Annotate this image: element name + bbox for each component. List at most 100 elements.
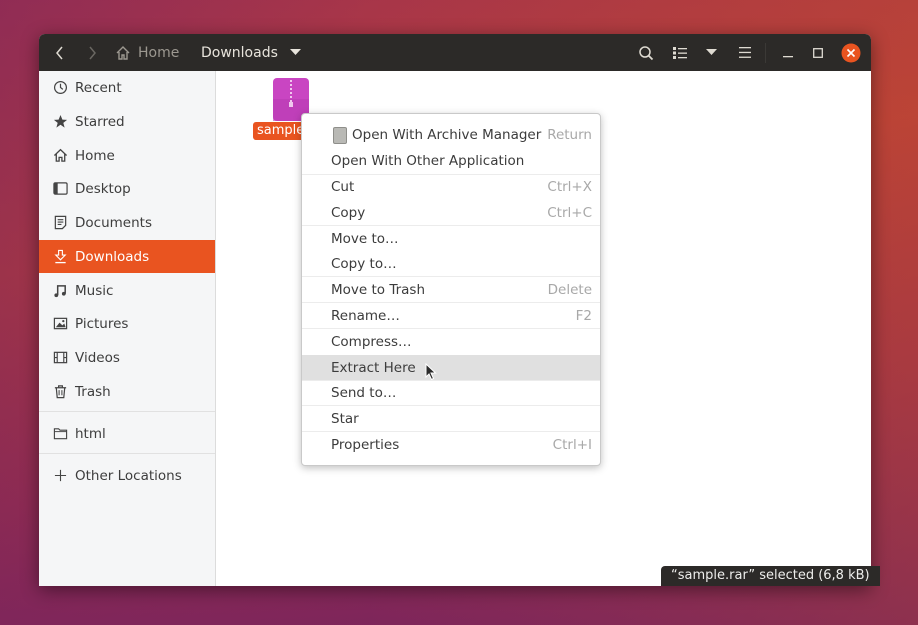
menu-item-label: Copy to… [331,255,397,272]
chevron-right-icon [89,46,96,59]
menu-item-label: Extract Here [331,359,416,376]
path-home-label: Home [138,44,180,61]
desktop-icon [52,181,68,197]
document-icon [52,215,68,231]
plus-icon [52,468,68,484]
menu-item-accel: Ctrl+X [547,178,592,195]
sidebar-item-label: Desktop [75,180,131,197]
menu-item-move-to-trash[interactable]: Move to Trash Delete [302,277,600,302]
menu-item-send-to[interactable]: Send to… [302,380,600,405]
path-downloads-label: Downloads [201,44,278,61]
menu-item-label: Copy [331,204,366,221]
header-separator [765,43,766,63]
menu-item-open-with-other-application[interactable]: Open With Other Application [302,148,600,173]
forward-button[interactable] [81,34,103,71]
sidebar-item-desktop[interactable]: Desktop [39,172,215,205]
sidebar: Recent Starred Home Desktop Documents Do… [39,71,216,586]
video-icon [52,350,68,366]
sidebar-item-other-locations[interactable]: Other Locations [39,459,215,492]
menu-item-copy[interactable]: Copy Ctrl+C [302,200,600,225]
menu-item-label: Star [331,410,359,427]
menu-item-label: Compress… [331,333,412,350]
sidebar-item-videos[interactable]: Videos [39,341,215,374]
sidebar-item-label: Other Locations [75,467,182,484]
sidebar-item-label: Home [75,147,115,164]
search-icon [639,45,654,60]
menu-item-label: Send to… [331,384,397,401]
view-options-icon [705,49,717,55]
sidebar-item-label: Videos [75,349,120,366]
hamburger-menu-icon [739,47,751,58]
menu-item-cut[interactable]: Cut Ctrl+X [302,174,600,199]
search-button[interactable] [635,34,657,71]
menu-item-accel: F2 [575,307,592,324]
menu-item-star[interactable]: Star [302,406,600,431]
archive-manager-icon [333,127,347,144]
menu-item-copy-to[interactable]: Copy to… [302,251,600,276]
close-icon [841,43,861,62]
music-icon [52,283,68,299]
menu-item-rename[interactable]: Rename… F2 [302,303,600,328]
menu-item-open-with-archive-manager[interactable]: Open With Archive Manager Return [302,122,600,147]
sidebar-separator [39,453,215,454]
sidebar-item-label: Documents [75,214,152,231]
sidebar-item-downloads[interactable]: Downloads [39,240,215,273]
chevron-down-icon [289,49,301,55]
menu-item-label: Properties [331,436,400,453]
view-options-button[interactable] [700,34,722,71]
sidebar-item-recent[interactable]: Recent [39,71,215,104]
sidebar-item-html[interactable]: html [39,417,215,450]
close-button[interactable] [840,34,862,71]
menu-item-accel: Ctrl+I [552,436,592,453]
context-menu: Open With Archive Manager Return Open Wi… [301,113,601,466]
sidebar-separator [39,411,215,412]
menu-item-accel: Ctrl+C [547,204,592,221]
download-icon [52,249,68,265]
menu-item-move-to[interactable]: Move to… [302,226,600,251]
maximize-button[interactable] [807,34,829,71]
mouse-cursor-icon [425,363,437,381]
chevron-left-icon [56,46,63,59]
header-bar: Home Downloads [39,34,871,71]
menu-item-label: Move to… [331,230,399,247]
sidebar-item-music[interactable]: Music [39,274,215,307]
sidebar-item-home[interactable]: Home [39,139,215,172]
folder-icon [52,426,68,442]
sidebar-item-label: Recent [75,79,122,96]
sidebar-item-label: html [75,425,106,442]
sidebar-item-label: Music [75,282,114,299]
maximize-icon [813,47,823,58]
list-view-icon [673,46,687,59]
menu-item-extract-here[interactable]: Extract Here [302,355,600,380]
menu-item-label: Rename… [331,307,400,324]
clock-icon [52,80,68,96]
sidebar-item-label: Downloads [75,248,150,265]
trash-icon [52,384,68,400]
menu-item-label: Move to Trash [331,281,426,298]
star-icon [52,114,68,130]
menu-item-accel: Delete [547,281,592,298]
menu-item-compress[interactable]: Compress… [302,329,600,354]
sidebar-item-label: Trash [75,383,111,400]
sidebar-item-label: Starred [75,113,125,130]
sidebar-item-label: Pictures [75,315,129,332]
back-button[interactable] [49,34,71,71]
sidebar-item-trash[interactable]: Trash [39,375,215,408]
minimize-icon [783,55,793,57]
minimize-button[interactable] [777,34,799,71]
menu-item-accel: Return [547,126,592,143]
menu-item-properties[interactable]: Properties Ctrl+I [302,432,600,457]
path-downloads-button[interactable]: Downloads [201,34,301,71]
main-menu-button[interactable] [734,34,756,71]
sidebar-item-starred[interactable]: Starred [39,105,215,138]
sidebar-item-pictures[interactable]: Pictures [39,307,215,340]
list-view-button[interactable] [669,34,691,71]
menu-item-label: Cut [331,178,355,195]
home-icon [52,148,68,164]
path-home-button[interactable]: Home [115,34,179,71]
menu-item-label: Open With Archive Manager [352,126,542,143]
menu-item-label: Open With Other Application [331,152,525,169]
sidebar-item-documents[interactable]: Documents [39,206,215,239]
picture-icon [52,316,68,332]
status-bar: “sample.rar” selected (6,8 kB) [661,566,880,586]
